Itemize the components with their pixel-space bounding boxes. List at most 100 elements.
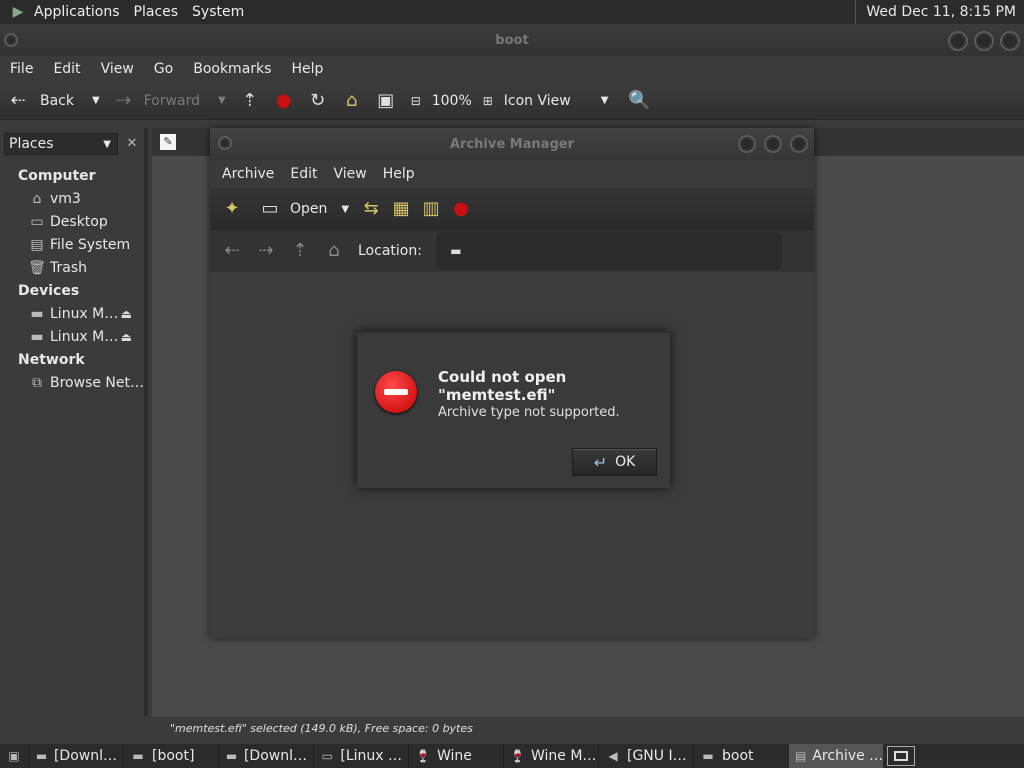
show-desktop-icon[interactable]: ▣ bbox=[0, 746, 28, 766]
close-sidebar-icon[interactable]: ✕ bbox=[121, 133, 143, 155]
dialog-title: Could not open "memtest.efi" bbox=[438, 368, 567, 404]
back-arrow-icon: ⇠ bbox=[10, 89, 26, 111]
sidebar-item-device-2[interactable]: ▬ Linux M… ⏏ bbox=[0, 325, 144, 348]
minimize-button[interactable] bbox=[738, 135, 756, 153]
add-folder-icon[interactable]: ▥ bbox=[421, 199, 441, 219]
menu-edit[interactable]: Edit bbox=[45, 61, 88, 77]
maximize-button[interactable] bbox=[974, 31, 994, 51]
menu-view[interactable]: View bbox=[93, 61, 142, 77]
places-sidebar: Places ▼ ✕ Computer ⌂ vm3 ▭ Desktop ▤ File … bbox=[0, 128, 148, 716]
sidebar-item-label: Linux M… bbox=[50, 328, 119, 345]
new-archive-icon[interactable]: ✦ bbox=[222, 199, 242, 219]
task-downloads-1[interactable]: ▬ [Downl… bbox=[28, 744, 123, 768]
sidebar-item-browse-network[interactable]: ⧉ Browse Net… bbox=[0, 371, 144, 394]
computer-icon[interactable]: ▣ bbox=[376, 90, 396, 111]
sidebar-item-vm3[interactable]: ⌂ vm3 bbox=[0, 187, 144, 210]
location-input[interactable]: ▬ bbox=[435, 232, 782, 270]
folder-icon: ▬ bbox=[702, 749, 714, 763]
back-dropdown-icon[interactable]: ▼ bbox=[92, 95, 100, 106]
menu-system[interactable]: System bbox=[192, 4, 244, 20]
ok-label: OK bbox=[615, 454, 636, 470]
workspace-icon bbox=[894, 751, 908, 761]
task-gnu[interactable]: ◀ [GNU I… bbox=[598, 744, 693, 768]
eject-icon[interactable]: ⏏ bbox=[121, 330, 132, 344]
location-label: Location: bbox=[358, 243, 422, 259]
sidebar-item-device-1[interactable]: ▬ Linux M… ⏏ bbox=[0, 302, 144, 325]
folder-icon: ▬ bbox=[225, 749, 238, 763]
add-files-icon[interactable]: ▦ bbox=[391, 199, 411, 219]
sidebar-item-desktop[interactable]: ▭ Desktop bbox=[0, 210, 144, 233]
task-label: [Linux … bbox=[340, 748, 402, 764]
open-dropdown-icon[interactable]: ▼ bbox=[341, 204, 349, 215]
sidebar-item-file-system[interactable]: ▤ File System bbox=[0, 233, 144, 256]
menu-applications[interactable]: Applications bbox=[34, 4, 120, 20]
menu-edit[interactable]: Edit bbox=[282, 166, 325, 182]
maximize-button[interactable] bbox=[764, 135, 782, 153]
sidebar-places-combo[interactable]: Places ▼ bbox=[4, 133, 118, 155]
sidebar-item-trash[interactable]: 🗑 Trash bbox=[0, 256, 144, 279]
file-manager-toolbar: ⇠ Back ▼ ⇢ Forward ▼ ⇡ ● ↻ ⌂ ▣ ⊟ 100% ⊞ … bbox=[0, 82, 1024, 120]
back-arrow-icon[interactable]: ⇠ bbox=[222, 241, 242, 261]
home-folder-icon[interactable]: ⌂ bbox=[342, 90, 362, 111]
menu-archive[interactable]: Archive bbox=[214, 166, 282, 182]
task-archive-manager[interactable]: ▤ Archive … bbox=[788, 744, 883, 768]
text-file-icon[interactable]: ✎ bbox=[160, 134, 176, 150]
zoom-in-icon[interactable]: ⊞ bbox=[478, 91, 498, 111]
task-boot-2[interactable]: ▬ boot bbox=[693, 744, 788, 768]
task-boot-1[interactable]: ▬ [boot] bbox=[123, 744, 218, 768]
task-label: [boot] bbox=[152, 748, 195, 764]
extract-icon[interactable]: ⇆ bbox=[361, 199, 381, 219]
menu-places[interactable]: Places bbox=[134, 4, 179, 20]
clock[interactable]: Wed Dec 11, 8:15 PM bbox=[855, 0, 1016, 24]
up-arrow-icon[interactable]: ⇡ bbox=[290, 241, 310, 261]
taskbar: ▣ ▬ [Downl… ▬ [boot] ▬ [Downl… ▭ [Linux … 🍷 W… bbox=[0, 744, 1024, 768]
menu-file[interactable]: File bbox=[2, 61, 41, 77]
archive-manager-titlebar[interactable]: Archive Manager bbox=[210, 128, 814, 160]
back-button[interactable]: ⇠ Back ▼ bbox=[8, 89, 100, 111]
sidebar-item-label: Trash bbox=[50, 259, 87, 276]
home-folder-icon: ⌂ bbox=[32, 190, 42, 207]
eject-icon[interactable]: ⏏ bbox=[121, 307, 132, 321]
sidebar-item-label: Browse Net… bbox=[50, 374, 145, 391]
task-wine-m[interactable]: 🍷 Wine M… bbox=[503, 744, 598, 768]
menu-help[interactable]: Help bbox=[283, 61, 331, 77]
error-icon bbox=[375, 371, 417, 413]
home-icon[interactable]: ⌂ bbox=[324, 241, 344, 261]
stop-icon[interactable]: ● bbox=[451, 199, 471, 219]
sidebar-item-label: Linux M… bbox=[50, 305, 119, 322]
window-menu-icon[interactable] bbox=[218, 136, 232, 150]
forward-button[interactable]: ⇢ Forward ▼ bbox=[114, 90, 226, 111]
open-button[interactable]: Open bbox=[290, 201, 327, 217]
task-label: [Downl… bbox=[243, 748, 307, 764]
window-menu-icon[interactable] bbox=[4, 33, 18, 47]
forward-arrow-icon[interactable]: ⇢ bbox=[256, 241, 276, 261]
menu-view[interactable]: View bbox=[326, 166, 375, 182]
close-button[interactable] bbox=[1000, 31, 1020, 51]
menu-help[interactable]: Help bbox=[375, 166, 423, 182]
stop-icon[interactable]: ● bbox=[274, 90, 294, 111]
ok-button[interactable]: ↵ OK bbox=[572, 448, 657, 476]
view-mode-select[interactable]: Icon View ▼ bbox=[504, 93, 609, 109]
sidebar-item-label: Desktop bbox=[50, 213, 108, 230]
task-wine[interactable]: 🍷 Wine bbox=[408, 744, 503, 768]
task-linux[interactable]: ▭ [Linux … bbox=[313, 744, 408, 768]
minimize-button[interactable] bbox=[948, 31, 968, 51]
workspace-switcher[interactable] bbox=[887, 746, 915, 766]
open-archive-icon[interactable]: ▭ bbox=[260, 199, 280, 219]
view-mode-dropdown-icon: ▼ bbox=[600, 95, 609, 106]
menu-bookmarks[interactable]: Bookmarks bbox=[185, 61, 279, 77]
archive-menubar: Archive Edit View Help bbox=[210, 160, 814, 188]
task-downloads-2[interactable]: ▬ [Downl… bbox=[218, 744, 313, 768]
search-icon[interactable]: 🔍 bbox=[628, 90, 650, 111]
up-arrow-icon[interactable]: ⇡ bbox=[240, 90, 260, 111]
wine-icon: 🍷 bbox=[510, 749, 525, 763]
file-manager-titlebar[interactable]: boot bbox=[0, 24, 1024, 56]
desktop-folder-icon: ▭ bbox=[30, 213, 44, 230]
forward-dropdown-icon: ▼ bbox=[218, 95, 226, 106]
zoom-out-icon[interactable]: ⊟ bbox=[406, 91, 426, 111]
menu-go[interactable]: Go bbox=[146, 61, 181, 77]
reload-icon[interactable]: ↻ bbox=[308, 90, 328, 111]
view-mode-label: Icon View bbox=[503, 92, 571, 109]
close-button[interactable] bbox=[790, 135, 808, 153]
gnu-icon: ◀ bbox=[608, 749, 618, 763]
